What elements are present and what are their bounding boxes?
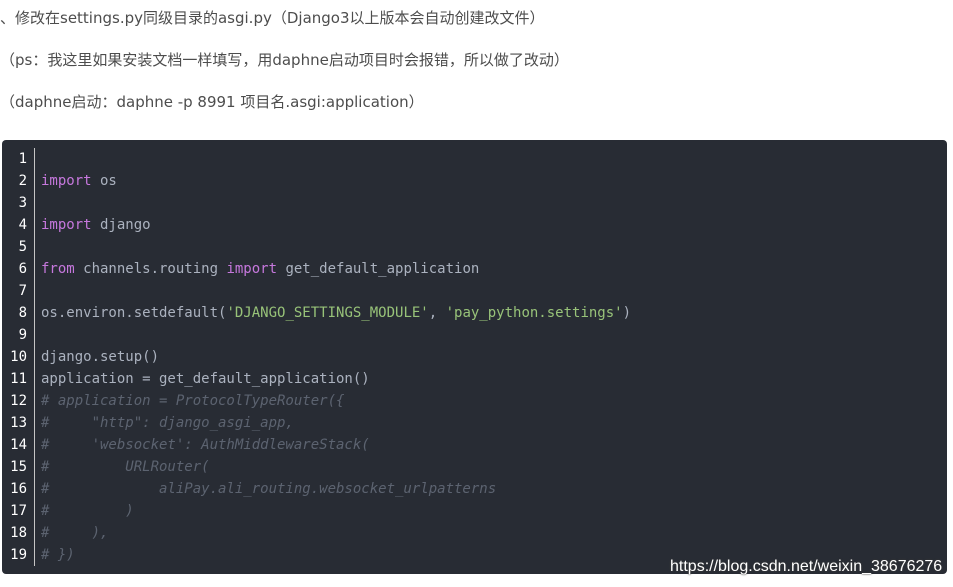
comment-token: # application = ProtocolTypeRouter({ bbox=[41, 393, 345, 409]
code-line: 13 # "http": django_asgi_app, bbox=[2, 412, 947, 434]
code-line: 8 os.environ.setdefault('DJANGO_SETTINGS_… bbox=[2, 302, 947, 324]
code-line: 9 bbox=[2, 324, 947, 346]
watermark-url: https://blog.csdn.net/weixin_38676276 bbox=[670, 558, 943, 575]
paragraph-daphne-command: （daphne启动：daphne -p 8991 项目名.asgi:applic… bbox=[0, 93, 424, 111]
comment-token: # ) bbox=[41, 503, 134, 519]
code-text: # aliPay.ali_routing.websocket_urlpatter… bbox=[41, 478, 496, 500]
line-number: 19 bbox=[10, 547, 27, 563]
keyword-token: import bbox=[41, 173, 92, 189]
plain-token: os.environ.setdefault( bbox=[41, 305, 227, 321]
plain-token: django.setup() bbox=[41, 349, 160, 365]
line-number: 7 bbox=[18, 283, 27, 299]
plain-token: get_default_application bbox=[277, 261, 480, 277]
line-number: 3 bbox=[18, 195, 27, 211]
comment-token: # URLRouter( bbox=[41, 459, 210, 475]
code-line: 10 django.setup() bbox=[2, 346, 947, 368]
line-number: 18 bbox=[10, 525, 27, 541]
line-number: 16 bbox=[10, 481, 27, 497]
plain-token: django bbox=[91, 217, 151, 233]
line-number: 1 bbox=[18, 151, 27, 167]
code-text: # ) bbox=[41, 500, 134, 522]
code-text: # application = ProtocolTypeRouter({ bbox=[41, 390, 344, 412]
code-line: 14 # 'websocket': AuthMiddlewareStack( bbox=[2, 434, 947, 456]
line-number: 13 bbox=[10, 415, 27, 431]
plain-token: application = get_default_application() bbox=[41, 371, 370, 387]
keyword-token: from bbox=[41, 261, 75, 277]
comment-token: # "http": django_asgi_app, bbox=[41, 415, 294, 431]
comment-token: # 'websocket': AuthMiddlewareStack( bbox=[41, 437, 370, 453]
paragraph-step-instruction: 、修改在settings.py同级目录的asgi.py（Django3以上版本会… bbox=[0, 9, 545, 27]
line-number: 17 bbox=[10, 503, 27, 519]
comment-token: # ), bbox=[41, 525, 109, 541]
code-line: 17 # ) bbox=[2, 500, 947, 522]
line-number: 15 bbox=[10, 459, 27, 475]
line-number: 4 bbox=[18, 217, 27, 233]
code-text: # URLRouter( bbox=[41, 456, 210, 478]
code-text: from channels.routing import get_default… bbox=[41, 258, 479, 280]
code-text: django.setup() bbox=[41, 346, 159, 368]
line-number: 14 bbox=[10, 437, 27, 453]
line-number: 6 bbox=[18, 261, 27, 277]
line-number: 8 bbox=[18, 305, 27, 321]
code-line: 7 bbox=[2, 280, 947, 302]
comment-token: # }) bbox=[41, 547, 75, 563]
code-line: 3 bbox=[2, 192, 947, 214]
code-text: import os bbox=[41, 170, 117, 192]
keyword-token: import bbox=[226, 261, 278, 277]
plain-token: channels.routing bbox=[74, 261, 227, 277]
plain-token: ) bbox=[622, 305, 632, 321]
plain-token: os bbox=[91, 173, 117, 189]
code-text: application = get_default_application() bbox=[41, 368, 370, 390]
code-text: # }) bbox=[41, 544, 75, 566]
code-line: 16 # aliPay.ali_routing.websocket_urlpatt… bbox=[2, 478, 947, 500]
string-token: 'pay_python.settings' bbox=[445, 305, 623, 321]
code-line: 11 application = get_default_application(… bbox=[2, 368, 947, 390]
code-line: 2 import os bbox=[2, 170, 947, 192]
code-text: # ), bbox=[41, 522, 108, 544]
code-line: 18 # ), bbox=[2, 522, 947, 544]
line-number: 11 bbox=[10, 371, 27, 387]
line-number: 12 bbox=[10, 393, 27, 409]
code-text: os.environ.setdefault('DJANGO_SETTINGS_M… bbox=[41, 302, 631, 324]
plain-token: , bbox=[428, 305, 446, 321]
line-number: 2 bbox=[18, 173, 27, 189]
code-text: # 'websocket': AuthMiddlewareStack( bbox=[41, 434, 370, 456]
line-number: 9 bbox=[18, 327, 27, 343]
code-line: 5 bbox=[2, 236, 947, 258]
code-block[interactable]: 1 2 import os 3 4 import django 5 6 from channel… bbox=[2, 140, 947, 574]
comment-token: # aliPay.ali_routing.websocket_urlpatter… bbox=[41, 481, 497, 497]
code-text: # "http": django_asgi_app, bbox=[41, 412, 294, 434]
paragraph-ps-note: （ps：我这里如果安装文档一样填写，用daphne启动项目时会报错，所以做了改动… bbox=[0, 51, 569, 69]
code-line: 4 import django bbox=[2, 214, 947, 236]
string-token: 'DJANGO_SETTINGS_MODULE' bbox=[226, 305, 429, 321]
article-page: 、修改在settings.py同级目录的asgi.py（Django3以上版本会… bbox=[0, 0, 953, 587]
code-line: 15 # URLRouter( bbox=[2, 456, 947, 478]
code-line: 1 bbox=[2, 148, 947, 170]
code-text: import django bbox=[41, 214, 151, 236]
keyword-token: import bbox=[41, 217, 92, 233]
line-number: 10 bbox=[10, 349, 27, 365]
code-line: 6 from channels.routing import get_defaul… bbox=[2, 258, 947, 280]
code-line: 12 # application = ProtocolTypeRouter({ bbox=[2, 390, 947, 412]
line-number: 5 bbox=[18, 239, 27, 255]
